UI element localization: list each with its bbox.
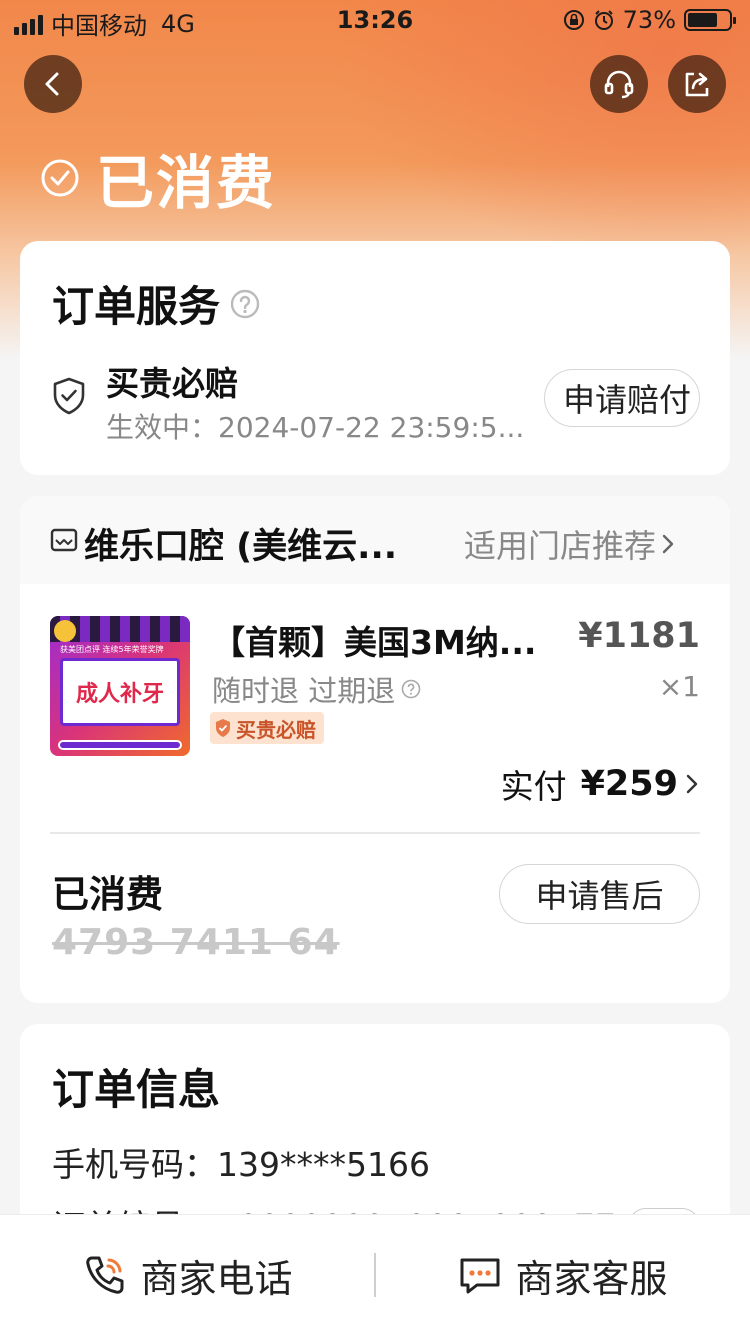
merchant-service-button[interactable]: 商家客服 [375, 1215, 750, 1334]
product-price: ¥1181 [578, 616, 700, 656]
order-service-card: 订单服务 买贵必赔 生效中：2024-07-22 23:59:5... 申请赔付 [20, 241, 730, 475]
badge-label: 买贵必赔 [236, 717, 316, 742]
battery-percent: 73% [622, 6, 676, 34]
status-bar: 中国移动 4G 13:26 73% [0, 0, 750, 40]
store-recommend-link[interactable]: 适用门店推荐 [464, 521, 676, 567]
orientation-lock-icon [563, 10, 584, 30]
order-service-title: 订单服务 [52, 282, 221, 331]
voucher-status: 已消费 [52, 873, 163, 916]
product-card: 维乐口腔 (美维云... 适用门店推荐 获美团点评 连续5年荣誉奖牌 成人补牙 … [20, 496, 730, 1003]
help-icon[interactable] [230, 289, 260, 319]
merchant-service-label: 商家客服 [515, 1256, 668, 1301]
back-button[interactable] [24, 55, 82, 113]
alarm-icon [594, 10, 613, 30]
voucher-code: 4793 7411 64 [52, 922, 340, 963]
divider [50, 832, 700, 834]
share-button[interactable] [668, 55, 726, 113]
shield-icon [53, 377, 85, 415]
mascot-icon [54, 620, 76, 642]
after-sale-button[interactable]: 申请售后 [499, 864, 700, 924]
thumb-text: 成人补牙 [60, 658, 180, 726]
shield-check-icon [216, 719, 230, 737]
info-icon[interactable] [401, 679, 421, 699]
thumb-banner: 获美团点评 连续5年荣誉奖牌 [60, 645, 164, 654]
order-status-header: 已消费 [40, 136, 276, 220]
store-name[interactable]: 维乐口腔 (美维云... [84, 518, 444, 569]
chevron-left-icon [45, 72, 59, 96]
phone-label: 手机号码： [52, 1145, 217, 1184]
store-recommend-label: 适用门店推荐 [464, 527, 657, 565]
merchant-phone-label: 商家电话 [140, 1256, 293, 1301]
price-guarantee-badge: 买贵必赔 [210, 712, 324, 744]
page-title: 已消费 [96, 149, 277, 217]
product-quantity: ×1 [658, 670, 700, 703]
order-info-title: 订单信息 [52, 1065, 221, 1114]
chat-icon [460, 1258, 500, 1294]
refund-policy-text: 随时退 过期退 [212, 674, 396, 708]
service-item-name: 买贵必赔 [106, 364, 238, 403]
claim-button[interactable]: 申请赔付 [544, 369, 700, 427]
share-icon [685, 72, 709, 97]
headset-icon [604, 70, 634, 99]
phone-value: 139****5166 [217, 1145, 430, 1184]
battery-icon [684, 9, 736, 31]
phone-row: 手机号码：139****5166 [52, 1138, 430, 1186]
refund-policy: 随时退 过期退 [212, 668, 421, 710]
merchant-phone-button[interactable]: 商家电话 [0, 1215, 375, 1334]
product-title[interactable]: 【首颗】美国3M纳... [212, 616, 572, 664]
paid-amount-row[interactable]: 实付 ¥259 [501, 760, 700, 808]
bottom-action-bar: 商家电话 商家客服 [0, 1214, 750, 1334]
paid-amount: ¥259 [580, 764, 678, 804]
chevron-right-icon [662, 534, 674, 554]
check-circle-icon [41, 159, 79, 197]
chevron-right-icon [686, 774, 698, 794]
paid-label: 实付 [500, 767, 567, 806]
customer-service-button[interactable] [590, 55, 648, 113]
status-right: 73% [563, 6, 736, 34]
service-item-status: 生效中：2024-07-22 23:59:5... [106, 411, 525, 444]
product-thumbnail[interactable]: 获美团点评 连续5年荣誉奖牌 成人补牙 [50, 616, 190, 756]
phone-icon [86, 1256, 124, 1294]
store-icon [50, 528, 78, 552]
